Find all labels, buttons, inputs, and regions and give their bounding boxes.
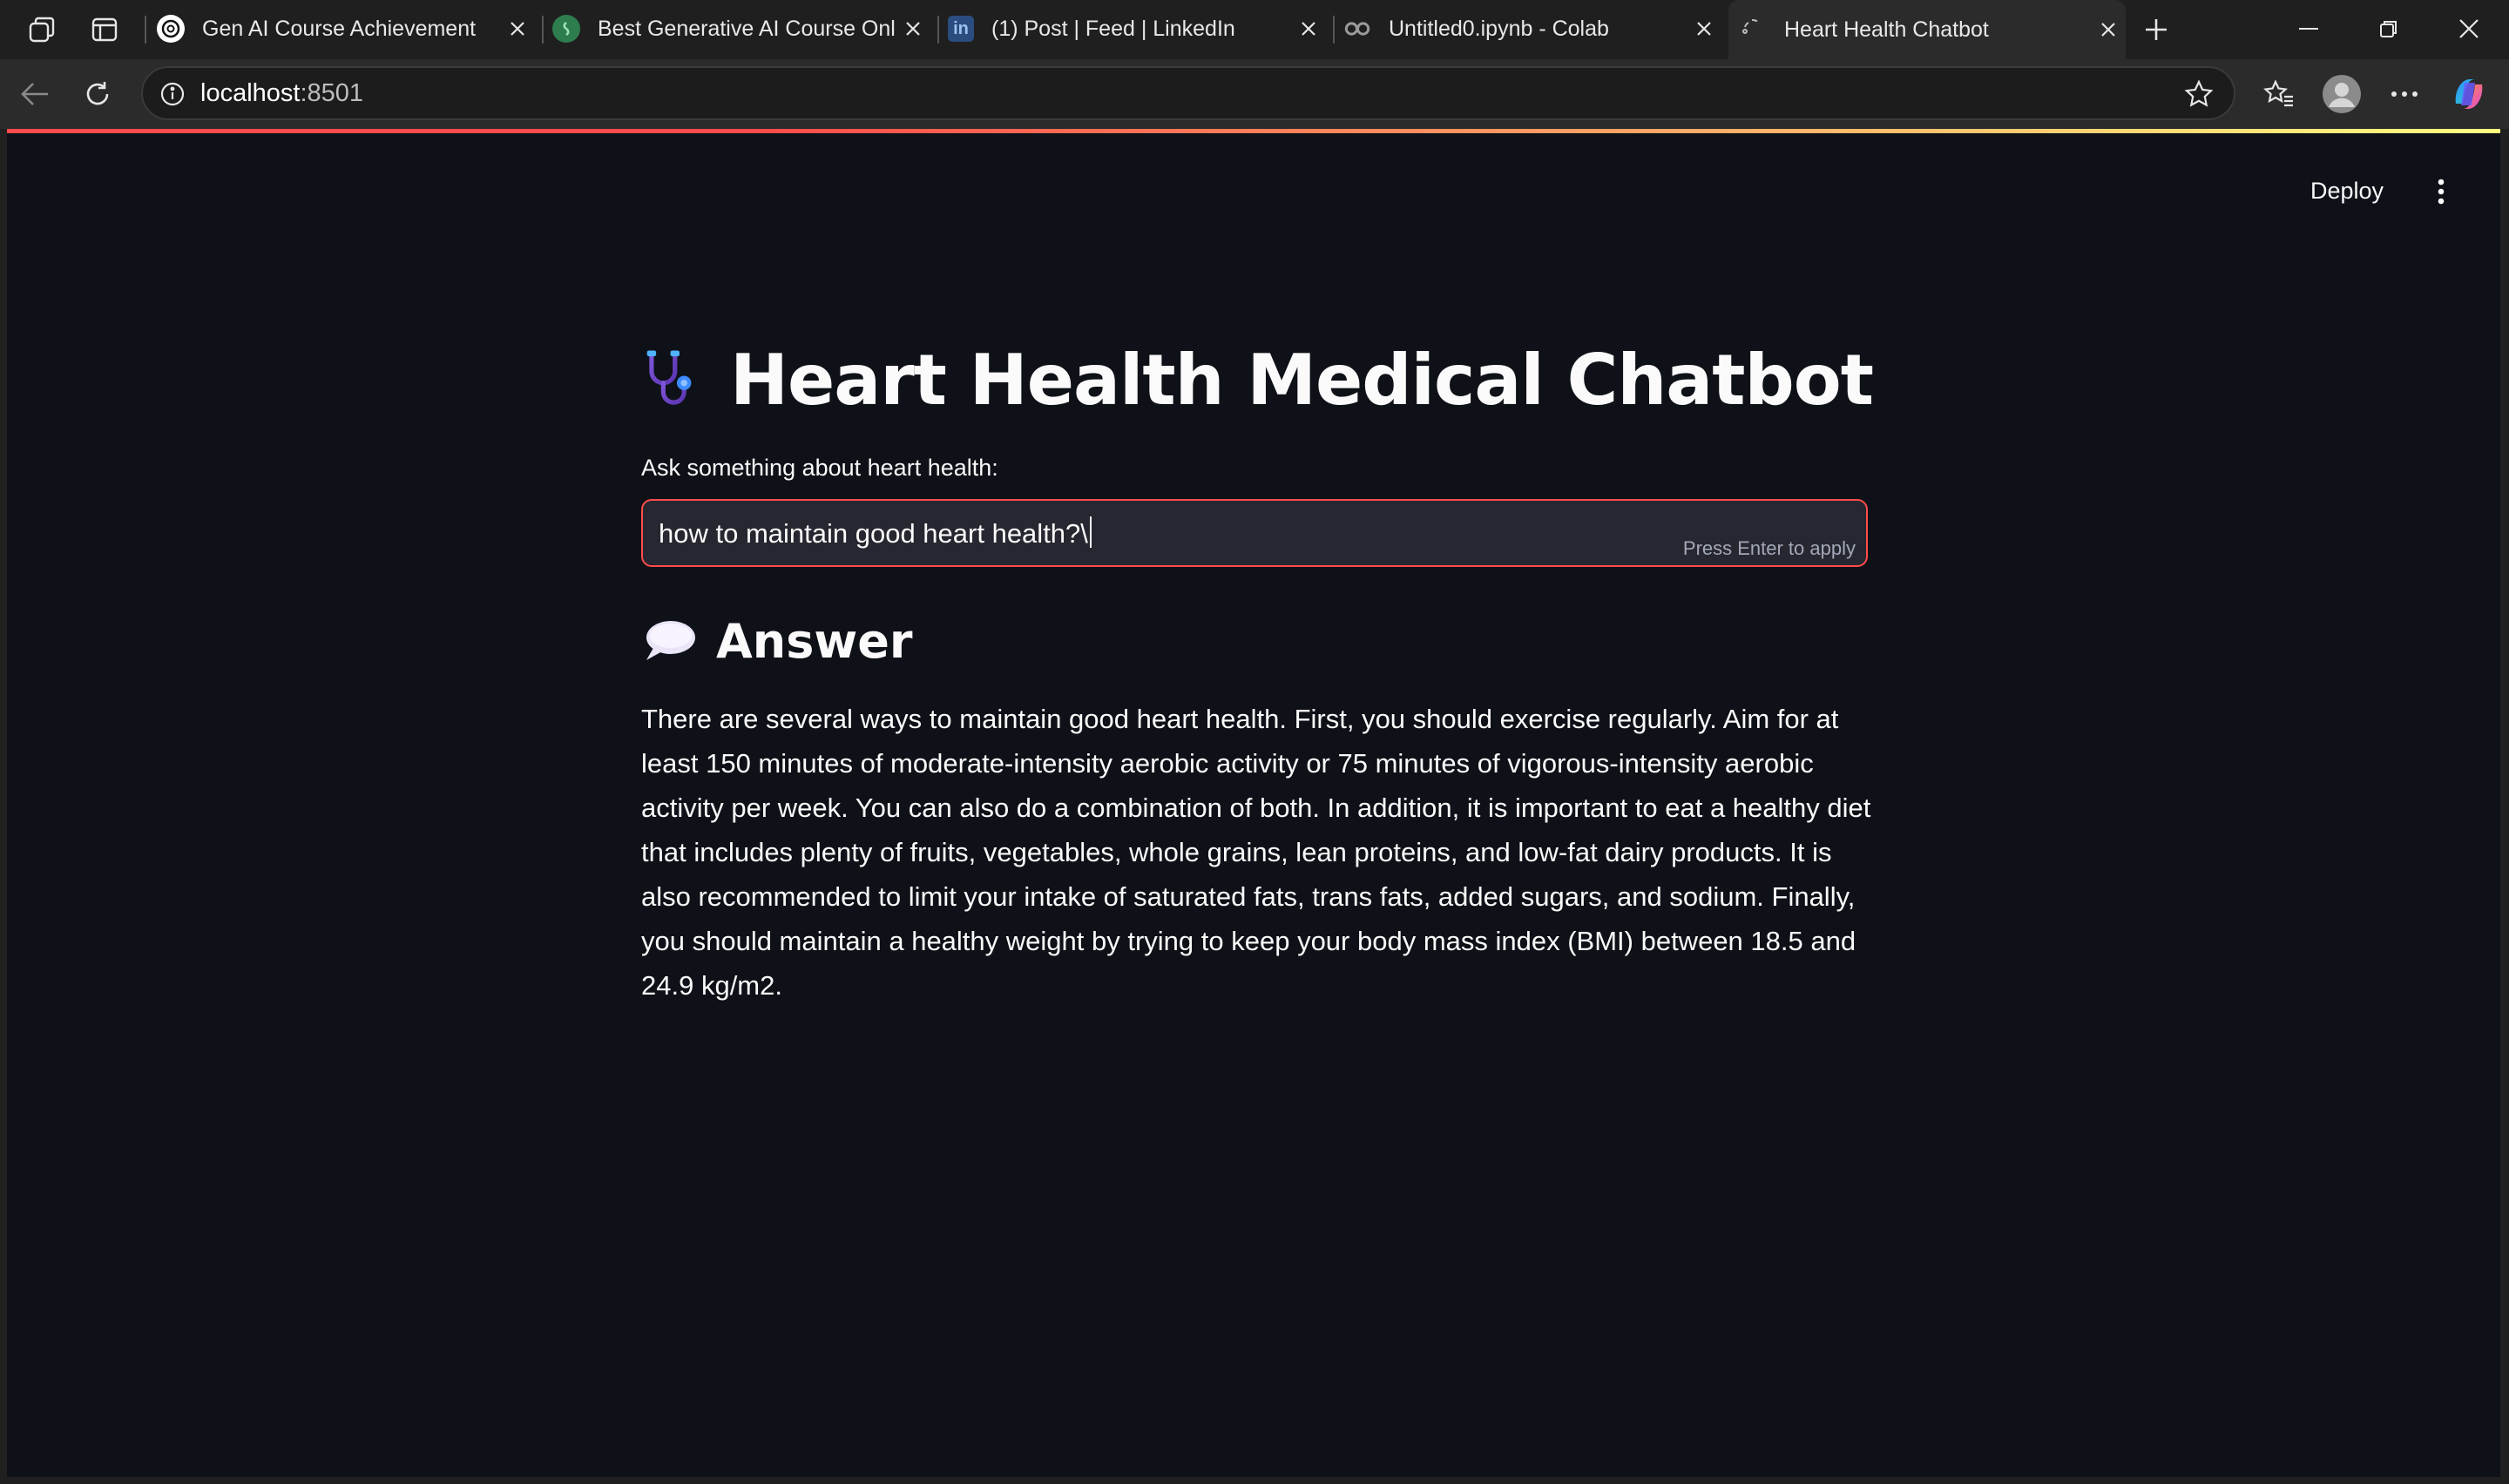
favorite-star-icon[interactable]: [2181, 77, 2216, 111]
restore-button[interactable]: [2363, 9, 2415, 49]
back-arrow-icon: [21, 83, 48, 105]
minimize-button[interactable]: [2282, 9, 2335, 49]
new-tab-button[interactable]: [2139, 12, 2174, 47]
page-title: Heart Health Medical Chatbot: [730, 339, 1874, 421]
url-port: :8501: [300, 79, 364, 107]
colab-icon: [1343, 15, 1371, 43]
close-tab-icon[interactable]: [500, 11, 535, 46]
browser-toolbar: localhost:8501: [0, 59, 2509, 129]
more-dots-icon: [2391, 91, 2418, 97]
main-menu-button[interactable]: [2424, 174, 2458, 209]
openai-icon: [157, 15, 185, 43]
close-icon: [2459, 19, 2479, 38]
reload-icon: [86, 82, 109, 105]
copilot-icon: [2455, 79, 2483, 109]
tab-title: (1) Post | Feed | LinkedIn: [991, 16, 1235, 41]
course-site-icon: [552, 15, 580, 43]
tab-gen-ai-course-achievement[interactable]: Gen AI Course Achievement: [157, 0, 535, 57]
close-tab-icon[interactable]: [2091, 12, 2126, 47]
copilot-button[interactable]: [2445, 70, 2493, 118]
title-row: Heart Health Medical Chatbot: [641, 327, 1874, 432]
workspaces-icon[interactable]: [24, 12, 59, 47]
deploy-button[interactable]: Deploy: [2302, 172, 2392, 210]
profile-button[interactable]: [2317, 70, 2366, 118]
answer-text: There are several ways to maintain good …: [641, 704, 1871, 1001]
vertical-tabs-icon[interactable]: [87, 12, 122, 47]
close-tab-icon[interactable]: [896, 11, 930, 46]
close-window-button[interactable]: [2443, 9, 2495, 49]
press-enter-hint: Press Enter to apply: [1682, 537, 1856, 559]
site-info-icon[interactable]: [155, 77, 190, 111]
question-input-label: Ask something about heart health:: [641, 455, 998, 481]
loading-icon: [1739, 16, 1767, 44]
avatar-icon: [2323, 75, 2361, 113]
app-viewport: Deploy Heart Health Medical Chatbot Ask …: [7, 129, 2500, 1477]
close-tab-icon[interactable]: [1687, 11, 1721, 46]
speech-balloon-icon: [646, 621, 695, 660]
url-host: localhost: [200, 79, 301, 107]
tab-heart-health-chatbot[interactable]: Heart Health Chatbot: [1728, 0, 2126, 59]
text-caret: [1089, 516, 1092, 548]
favorites-icon: [2263, 79, 2293, 107]
address-bar[interactable]: localhost:8501: [141, 66, 2235, 120]
settings-menu-button[interactable]: [2380, 70, 2429, 118]
tab-title: Heart Health Chatbot: [1784, 17, 1989, 42]
question-input-value[interactable]: how to maintain good heart health?\: [659, 516, 1092, 550]
tab-title: Best Generative AI Course Online: [598, 16, 896, 41]
reload-button[interactable]: [75, 71, 120, 117]
restore-icon: [2380, 21, 2397, 37]
tab-colab-notebook[interactable]: Untitled0.ipynb - Colab: [1343, 0, 1721, 57]
favorites-button[interactable]: [2255, 70, 2303, 118]
header-decoration-bar: [7, 129, 2500, 133]
question-input-text: how to maintain good heart health?\: [659, 518, 1088, 549]
url-text[interactable]: localhost:8501: [200, 79, 363, 108]
close-tab-icon[interactable]: [1291, 11, 1326, 46]
tab-title: Untitled0.ipynb - Colab: [1389, 16, 1609, 41]
tab-best-generative-ai-course[interactable]: Best Generative AI Course Online: [552, 0, 930, 57]
vertical-dots-icon: [2438, 179, 2445, 205]
minimize-icon: [2299, 28, 2318, 30]
plus-icon: [2146, 19, 2167, 40]
tab-strip: Gen AI Course Achievement Best Generativ…: [0, 0, 2509, 59]
tab-title: Gen AI Course Achievement: [202, 16, 477, 41]
linkedin-icon: in: [948, 16, 974, 42]
stethoscope-icon: [646, 350, 692, 405]
back-button[interactable]: [12, 71, 57, 117]
answer-heading: Answer: [716, 613, 913, 669]
tab-linkedin-feed[interactable]: in (1) Post | Feed | LinkedIn: [948, 0, 1326, 57]
answer-heading-row: Answer: [641, 606, 913, 676]
question-input[interactable]: how to maintain good heart health?\ Pres…: [641, 499, 1868, 567]
